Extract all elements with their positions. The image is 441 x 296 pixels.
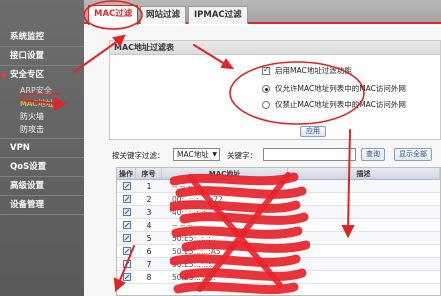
edit-cell [117, 206, 136, 218]
edit-cell [117, 193, 136, 205]
panel-title: MAC地址过滤表 [110, 41, 440, 55]
row-mac: 50:E5:..:..:.. [172, 273, 216, 282]
row-index: 5 [146, 234, 152, 243]
row-index: 7 [146, 260, 152, 269]
edit-icon[interactable] [122, 247, 131, 255]
row-index: 8 [146, 273, 152, 282]
enable-filter-label: 启用MAC地址过滤功能 [275, 66, 352, 75]
edit-icon[interactable] [122, 221, 131, 229]
deny-only-label: 仅禁止MAC地址列表中的MAC访问外网 [275, 100, 406, 109]
edit-icon[interactable] [122, 273, 131, 281]
query-button[interactable]: 查询 [361, 148, 385, 161]
sidebar-item-vpn[interactable]: VPN [0, 139, 84, 158]
row-description [288, 206, 440, 218]
filter-field-select[interactable]: MAC地址 ▼ [173, 148, 220, 161]
row-description [288, 193, 440, 205]
chevron-down-icon: ▼ [212, 151, 217, 158]
filter-label: 按关键字过滤： [112, 151, 165, 160]
header-description: 描述 [288, 168, 440, 179]
deny-only-option: 仅禁止MAC地址列表中的MAC访问外网 [262, 99, 406, 110]
expand-arrow-icon: ▶ [2, 71, 8, 79]
row-mac: 40:..:..:..:.. [172, 208, 211, 217]
row-index: 4 [146, 221, 152, 230]
mac-table: 操作 序号 MAC地址 描述 1 -- -- -- 2 00:..:..:..:..:… [116, 167, 441, 296]
edit-icon[interactable] [122, 195, 131, 203]
tab-ipmac-filter[interactable]: IPMAC过滤 [188, 6, 248, 24]
edit-icon[interactable] [122, 260, 131, 268]
row-description [288, 232, 440, 244]
filter-field-value: MAC地址 [177, 150, 209, 159]
apply-button[interactable]: 应用 [300, 126, 326, 137]
row-index: 2 [146, 195, 152, 204]
mac-filter-panel: MAC地址过滤表 启用MAC地址过滤功能 仅允许MAC地址列表中的MAC访问外网… [109, 40, 441, 140]
edit-cell [117, 271, 136, 283]
main-content: MAC地址过滤表 启用MAC地址过滤功能 仅允许MAC地址列表中的MAC访问外网… [84, 26, 441, 296]
table-row: 4 -- -- -- [117, 219, 440, 232]
row-description [288, 180, 440, 192]
allow-only-option: 仅允许MAC地址列表中的MAC访问外网 [262, 83, 406, 94]
sidebar: 系统监控 接口设置 ▶ 安全专区 ARP安全 MAC地址 防火墙 防攻击 VPN… [0, 0, 84, 296]
edit-icon[interactable] [122, 208, 131, 216]
table-body: 1 -- -- -- 2 00:..:..:..:..:72 3 40:..:..:..:… [117, 180, 440, 284]
show-all-button[interactable]: 显示全部 [394, 148, 432, 161]
row-mac: 00:..:..:..:..:72 [172, 195, 223, 204]
row-mac: 50:E5:..:..:.. [172, 234, 216, 243]
edit-cell [117, 180, 136, 192]
table-row: 7 50:E5:..:..:.. [117, 258, 440, 271]
table-row: 1 -- -- -- [117, 180, 440, 193]
row-description [288, 271, 440, 283]
sidebar-item-device-mgmt[interactable]: 设备管理 [0, 196, 84, 215]
header-index: 序号 [136, 168, 162, 179]
search-bar: 按关键字过滤： MAC地址 ▼ 关键字： 查询 显示全部 [112, 148, 441, 164]
keyword-input[interactable] [263, 148, 356, 161]
row-index: 3 [146, 208, 152, 217]
table-row: 8 50:E5:..:..:.. [117, 271, 440, 284]
edit-cell [117, 219, 136, 231]
enable-filter-option: 启用MAC地址过滤功能 [262, 65, 352, 76]
edit-cell [117, 258, 136, 270]
table-row: 2 00:..:..:..:..:72 [117, 193, 440, 206]
allow-only-label: 仅允许MAC地址列表中的MAC访问外网 [275, 84, 406, 93]
row-description [288, 219, 440, 231]
sidebar-item-security[interactable]: ▶ 安全专区 [0, 66, 84, 84]
sidebar-sub-anti-attack[interactable]: 防攻击 [0, 123, 84, 139]
sidebar-sub-firewall[interactable]: 防火墙 [0, 110, 84, 123]
table-header: 操作 序号 MAC地址 描述 [117, 168, 440, 180]
row-mac: -- -- -- [172, 221, 194, 230]
row-index: 6 [146, 247, 152, 256]
tab-website-filter[interactable]: 网站过滤 [140, 6, 187, 24]
edit-cell [117, 232, 136, 244]
row-mac: 50:E5:..:..:.. [172, 260, 216, 269]
tab-bar: MAC过滤 网站过滤 IPMAC过滤 [84, 0, 441, 25]
sidebar-sub-mac[interactable]: MAC地址 [0, 97, 84, 110]
row-mac: 50:E5:..:..:A5 [172, 247, 221, 256]
table-row: 5 50:E5:..:..:.. [117, 232, 440, 245]
keyword-label: 关键字： [227, 151, 257, 160]
sidebar-item-system-monitor[interactable]: 系统监控 [0, 28, 84, 47]
deny-only-radio[interactable] [262, 100, 270, 109]
sidebar-item-interface-settings[interactable]: 接口设置 [0, 47, 84, 66]
sidebar-item-qos[interactable]: QoS设置 [0, 158, 84, 177]
edit-icon[interactable] [122, 234, 131, 242]
edit-cell [117, 245, 136, 257]
edit-icon[interactable] [122, 182, 131, 190]
enable-filter-checkbox[interactable] [262, 65, 270, 75]
sidebar-item-label: 安全专区 [10, 70, 45, 80]
row-mac: -- -- -- [172, 182, 194, 191]
row-description [288, 258, 440, 270]
header-mac: MAC地址 [162, 168, 288, 179]
table-row: 6 50:E5:..:..:A5 [117, 245, 440, 258]
table-row: 3 40:..:..:..:.. [117, 206, 440, 219]
row-index: 1 [146, 182, 152, 191]
sidebar-sub-arp[interactable]: ARP安全 [0, 84, 84, 97]
allow-only-radio[interactable] [262, 84, 270, 93]
row-description [288, 245, 440, 257]
header-operation: 操作 [117, 168, 136, 179]
tab-mac-filter[interactable]: MAC过滤 [88, 5, 139, 25]
sidebar-item-advanced[interactable]: 高级设置 [0, 177, 84, 196]
